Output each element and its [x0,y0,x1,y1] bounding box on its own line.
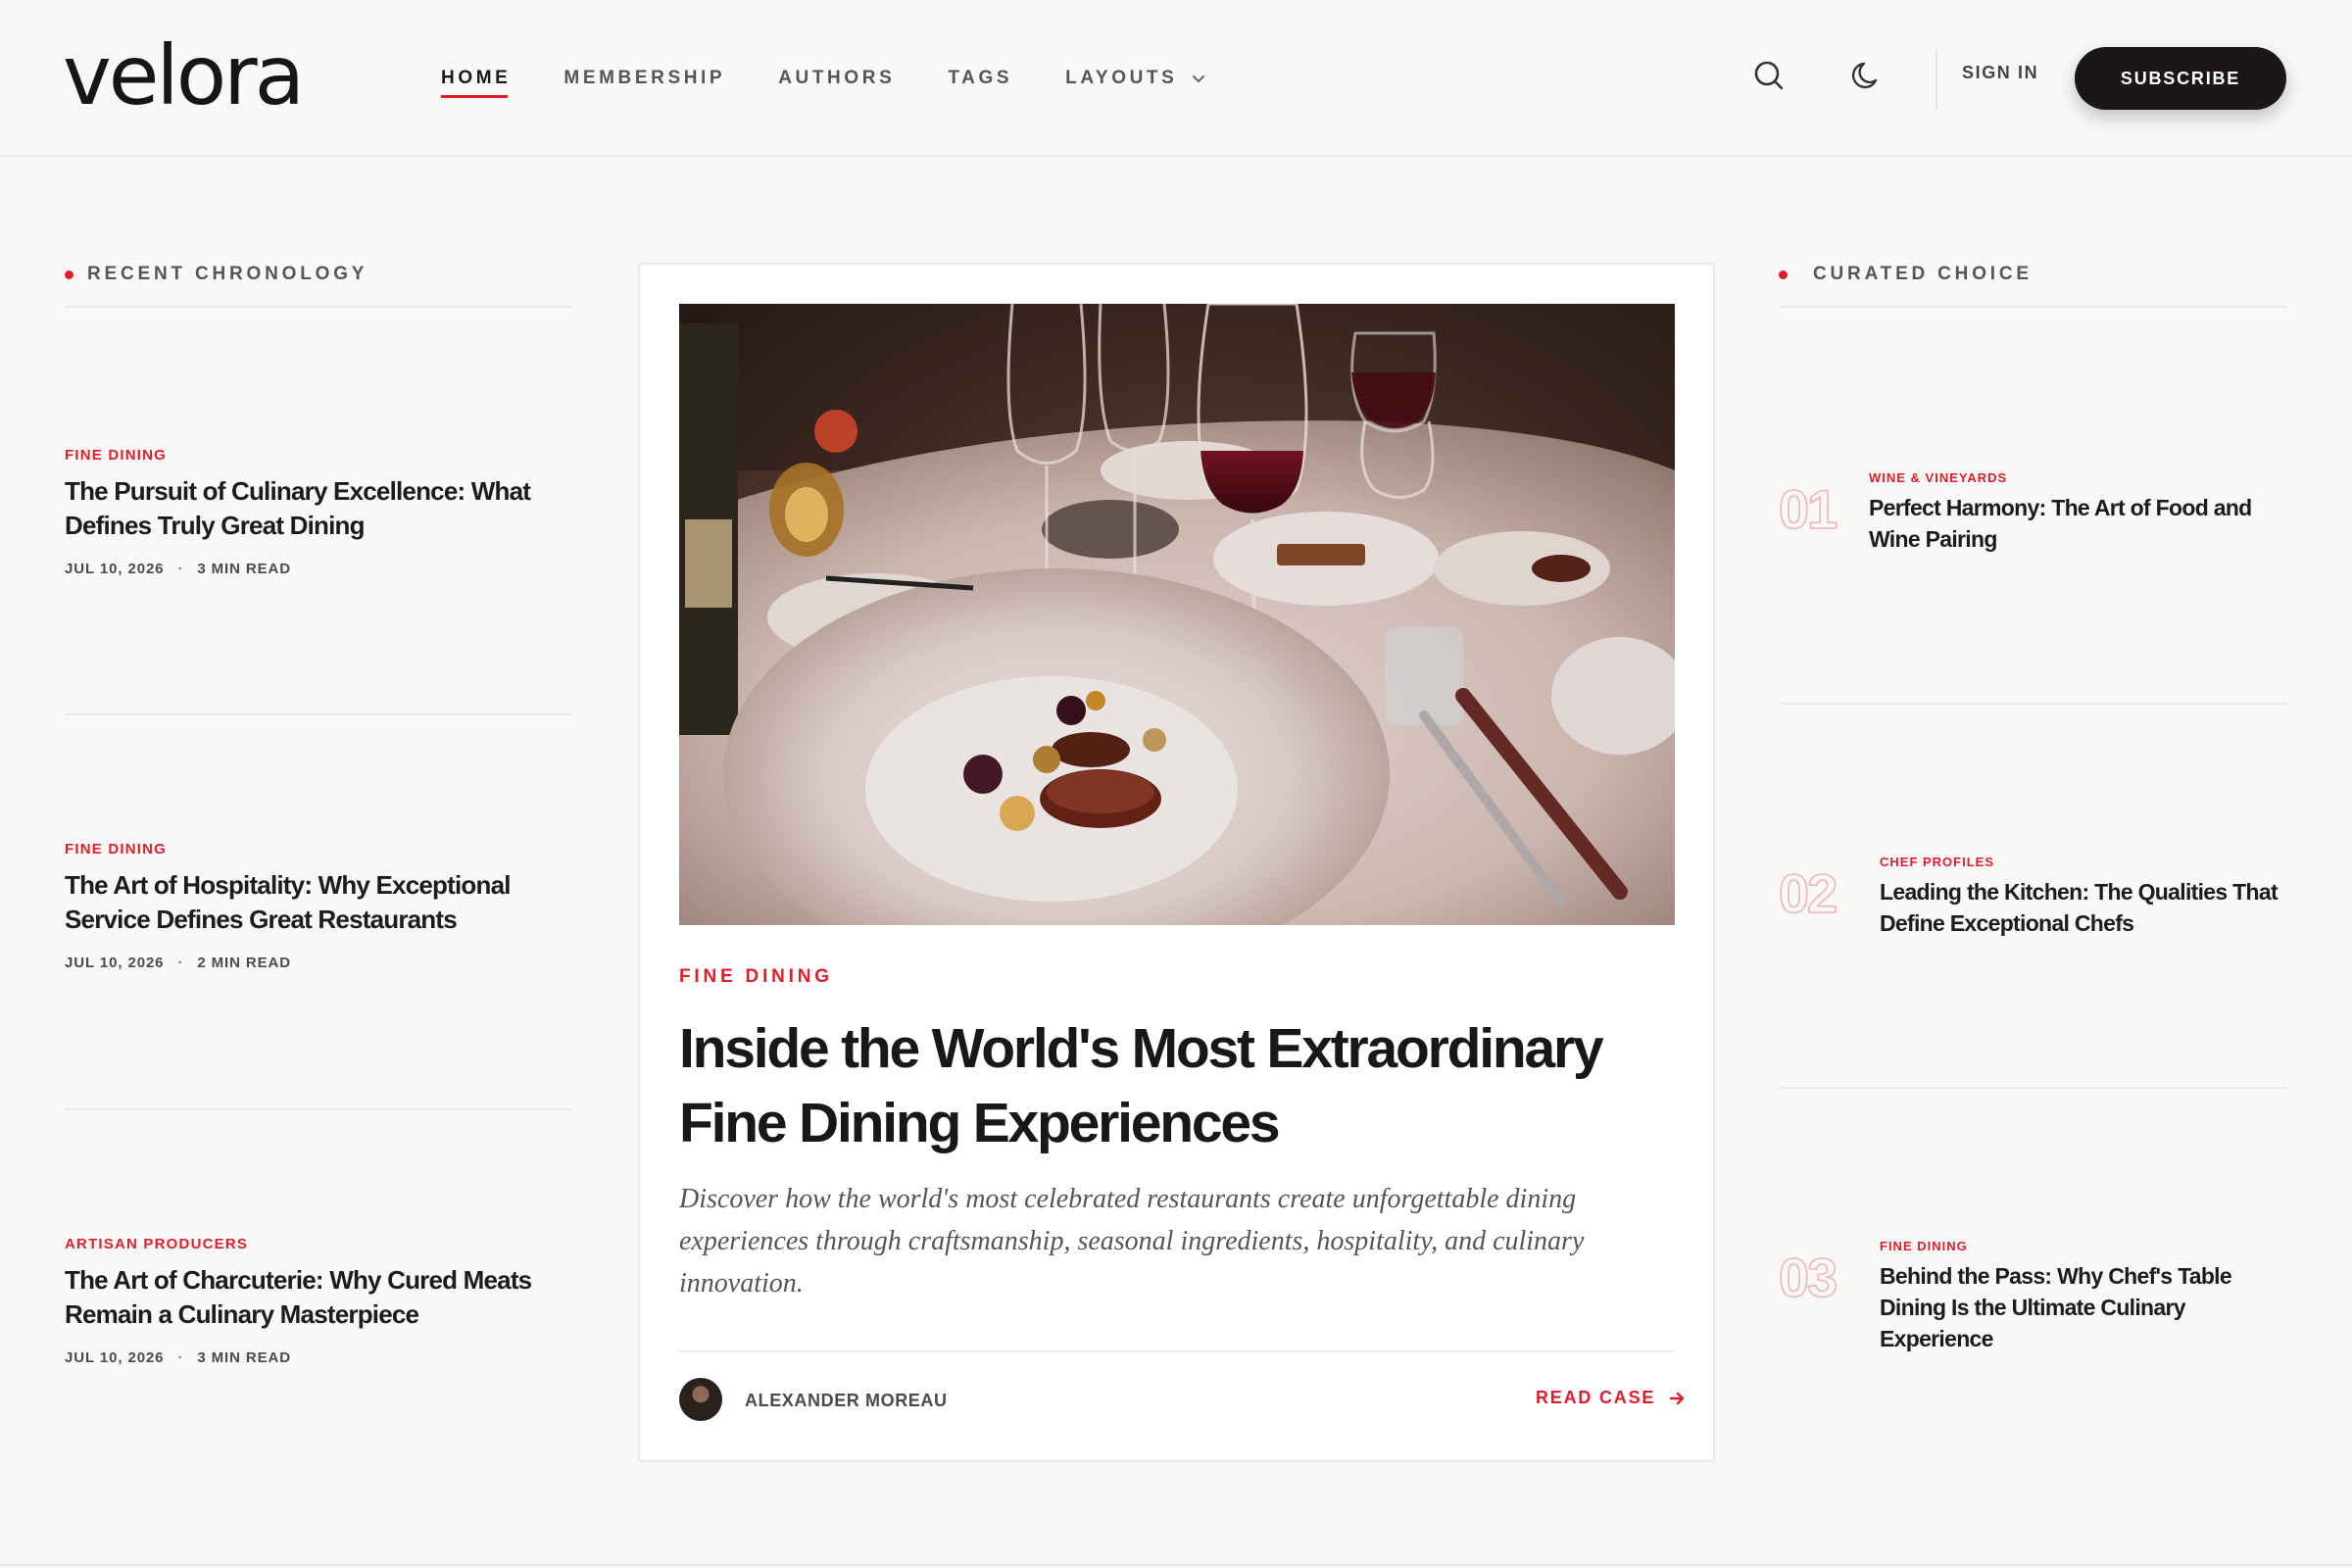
article-date: JUL 10, 2026 [65,561,165,577]
curated-body: FINE DINING Behind the Pass: Why Chef's … [1880,1239,2288,1354]
article-category[interactable]: FINE DINING [1880,1239,2288,1254]
rank-number: 03 [1778,1246,1838,1309]
read-case-link[interactable]: READ CASE [1536,1388,1687,1408]
article-category[interactable]: CHEF PROFILES [1880,855,2288,870]
subscribe-button[interactable]: SUBSCRIBE [2075,47,2286,110]
header-divider [1936,49,1937,110]
meta-separator: · [177,561,184,577]
meta-separator: · [177,1349,184,1366]
red-dot-icon [1779,270,1788,279]
featured-image[interactable] [679,304,1675,925]
search-icon[interactable] [1750,57,1788,94]
divider [65,1108,572,1110]
footer-divider [0,1564,2352,1566]
divider [1779,306,2287,308]
article-date: JUL 10, 2026 [65,955,165,971]
divider [65,306,572,308]
curated-article-1[interactable]: 01 WINE & VINEYARDS Perfect Harmony: The… [1778,465,2288,612]
chevron-down-icon [1193,75,1205,82]
article-title[interactable]: The Pursuit of Culinary Excellence: What… [65,474,574,543]
recent-article-2[interactable]: FINE DINING The Art of Hospitality: Why … [65,841,574,971]
curated-body: CHEF PROFILES Leading the Kitchen: The Q… [1880,855,2288,939]
nav-item-layouts[interactable]: LAYOUTS [1065,59,1206,98]
article-read-time: 2 MIN READ [197,955,292,971]
divider [1779,703,2287,705]
article-read-time: 3 MIN READ [197,561,292,577]
recent-article-1[interactable]: FINE DINING The Pursuit of Culinary Exce… [65,447,574,577]
nav-item-authors[interactable]: AUTHORS [778,59,895,98]
curated-body: WINE & VINEYARDS Perfect Harmony: The Ar… [1869,470,2288,555]
featured-category[interactable]: FINE DINING [679,966,833,988]
nav-item-layouts-label: LAYOUTS [1065,68,1178,88]
fine-dining-photo [679,304,1675,925]
featured-card: FINE DINING Inside the World's Most Extr… [638,263,1715,1462]
nav-item-tags[interactable]: TAGS [948,59,1012,98]
sign-in-link[interactable]: SIGN IN [1962,63,2038,83]
nav-item-membership[interactable]: MEMBERSHIP [564,59,725,98]
article-title[interactable]: Leading the Kitchen: The Qualities That … [1880,876,2288,939]
article-category[interactable]: FINE DINING [65,447,574,465]
recent-heading: RECENT CHRONOLOGY [65,263,368,286]
article-category[interactable]: FINE DINING [65,841,574,858]
featured-excerpt: Discover how the world's most celebrated… [679,1184,1585,1298]
article-category[interactable]: ARTISAN PRODUCERS [65,1236,574,1253]
curated-article-2[interactable]: 02 CHEF PROFILES Leading the Kitchen: Th… [1778,849,2288,996]
article-title[interactable]: Perfect Harmony: The Art of Food and Win… [1869,492,2288,555]
arrow-right-icon [1670,1392,1685,1404]
article-date: JUL 10, 2026 [65,1349,165,1366]
recent-heading-label: RECENT CHRONOLOGY [87,264,368,284]
curated-heading-label: CURATED CHOICE [1813,264,2033,284]
article-title[interactable]: Behind the Pass: Why Chef's Table Dining… [1880,1260,2288,1354]
site-logo[interactable]: velora [63,33,337,118]
divider [1779,1087,2287,1089]
rank-number: 01 [1778,477,1838,541]
divider [679,1350,1675,1352]
article-title[interactable]: The Art of Charcuterie: Why Cured Meats … [65,1263,574,1332]
site-header: velora HOME MEMBERSHIP AUTHORS TAGS LAYO… [0,0,2352,157]
featured-title[interactable]: Inside the World's Most Extraordinary Fi… [679,1011,1659,1160]
article-meta: JUL 10, 2026 · 3 MIN READ [65,561,574,577]
curated-heading: CURATED CHOICE [1779,263,2033,286]
read-case-label: READ CASE [1536,1388,1656,1407]
article-category[interactable]: WINE & VINEYARDS [1869,470,2288,486]
meta-separator: · [177,955,184,971]
red-dot-icon [65,270,74,279]
recent-article-3[interactable]: ARTISAN PRODUCERS The Art of Charcuterie… [65,1236,574,1366]
author-avatar[interactable] [679,1378,722,1421]
article-meta: JUL 10, 2026 · 3 MIN READ [65,1349,574,1366]
author-name[interactable]: ALEXANDER MOREAU [745,1391,948,1411]
article-read-time: 3 MIN READ [197,1349,292,1366]
curated-article-3[interactable]: 03 FINE DINING Behind the Pass: Why Chef… [1778,1233,2288,1380]
moon-icon[interactable] [1848,57,1886,94]
article-title[interactable]: The Art of Hospitality: Why Exceptional … [65,868,574,937]
divider [65,713,572,715]
nav-item-home[interactable]: HOME [441,59,511,98]
article-meta: JUL 10, 2026 · 2 MIN READ [65,955,574,971]
main-nav: HOME MEMBERSHIP AUTHORS TAGS LAYOUTS [441,0,1259,157]
rank-number: 02 [1778,861,1838,925]
